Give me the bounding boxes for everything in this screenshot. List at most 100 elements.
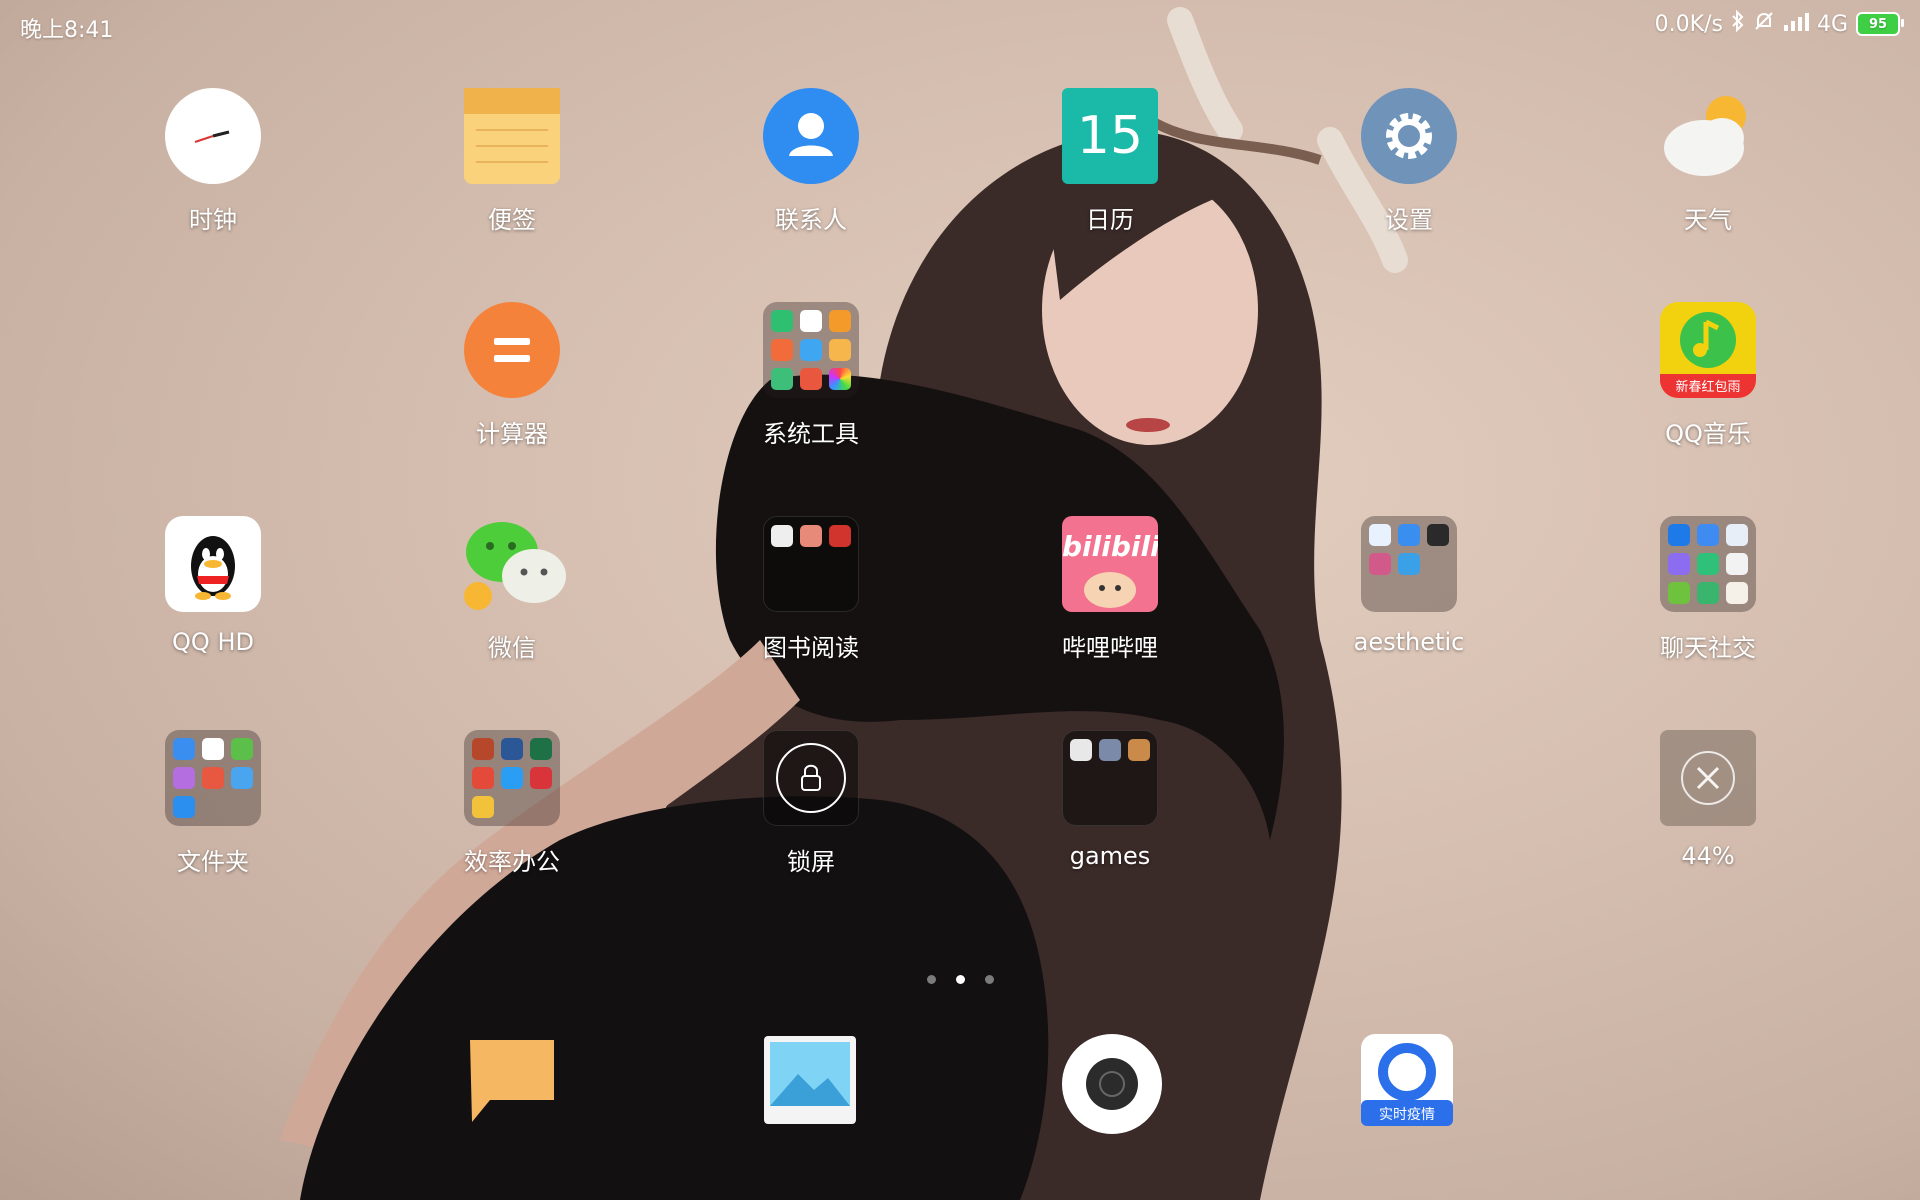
dock-camera[interactable]: [1060, 1032, 1162, 1134]
status-time: 晚上8:41: [20, 18, 114, 43]
app-mini-icon: [472, 796, 494, 818]
app-label: 锁屏: [787, 848, 835, 876]
app-label: 44%: [1681, 842, 1735, 870]
app-mini-icon: [202, 767, 224, 789]
gallery-icon: [762, 1036, 858, 1132]
app-mini-icon: [800, 525, 822, 547]
app-mini-icon: [800, 368, 822, 390]
app-mini-icon: [1697, 553, 1719, 575]
app-mini-icon: [1369, 524, 1391, 546]
app-clock[interactable]: 时钟: [113, 88, 313, 288]
qq-music-badge: 新春红包雨: [1675, 380, 1741, 395]
app-label: 设置: [1385, 206, 1433, 234]
app-mini-icon: [530, 767, 552, 789]
app-mini-icon: [829, 525, 851, 547]
app-qq-hd[interactable]: QQ HD: [113, 516, 313, 716]
folder-icon: [1062, 730, 1158, 826]
app-calendar[interactable]: 15 日历: [1010, 88, 1210, 288]
folder-icon: [1660, 516, 1756, 612]
app-mini-icon: [472, 767, 494, 789]
folder-social[interactable]: 聊天社交: [1608, 516, 1808, 716]
status-right: 0.0K/s 4G 95: [1654, 9, 1904, 38]
app-label: 联系人: [775, 206, 847, 234]
folder-books[interactable]: 图书阅读: [711, 516, 911, 716]
page-dot[interactable]: [984, 975, 994, 984]
app-notes[interactable]: 便签: [412, 88, 612, 288]
folder-games[interactable]: games: [1010, 730, 1210, 930]
app-mini-icon: [231, 738, 253, 760]
app-label: 计算器: [476, 420, 548, 448]
bilibili-icon: bilibili: [1062, 516, 1158, 612]
network-speed: 0.0K/s: [1654, 11, 1723, 37]
app-mini-icon: [1726, 553, 1748, 575]
app-mini-icon: [1070, 739, 1092, 761]
battery-icon: 95: [1856, 12, 1904, 36]
app-bilibili[interactable]: bilibili 哔哩哔哩: [1010, 516, 1210, 716]
folder-icon: [165, 730, 261, 826]
app-mini-icon: [771, 368, 793, 390]
app-label: games: [1069, 842, 1151, 870]
app-mini-icon: [771, 310, 793, 332]
page-indicator: [0, 975, 1920, 984]
app-mini-icon: [1128, 739, 1150, 761]
app-mini-icon: [173, 796, 195, 818]
app-label: 文件夹: [177, 848, 249, 876]
app-weather[interactable]: 天气: [1608, 88, 1808, 288]
clock-icon: [165, 88, 261, 184]
app-label: 效率办公: [464, 848, 560, 876]
app-mini-icon: [1726, 582, 1748, 604]
app-label: 时钟: [189, 206, 237, 234]
app-label: aesthetic: [1353, 628, 1465, 656]
app-mini-icon: [771, 339, 793, 361]
app-label: QQ HD: [172, 628, 254, 656]
lock-icon: [763, 730, 859, 826]
dock-messages[interactable]: [464, 1032, 560, 1128]
dock-browser[interactable]: 实时疫情: [1359, 1032, 1455, 1128]
app-qq-music[interactable]: 新春红包雨 QQ音乐: [1608, 302, 1808, 502]
app-label: 系统工具: [763, 420, 859, 448]
app-mini-icon: [771, 525, 793, 547]
app-label: 图书阅读: [763, 634, 859, 662]
folder-system-tools[interactable]: 系统工具: [711, 302, 911, 502]
app-wechat[interactable]: 微信: [412, 516, 612, 716]
app-settings[interactable]: 设置: [1309, 88, 1509, 288]
app-mini-icon: [202, 738, 224, 760]
app-mini-icon: [829, 339, 851, 361]
signal-icon: [1783, 11, 1809, 37]
app-label: 便签: [488, 206, 536, 234]
app-mini-icon: [173, 738, 195, 760]
app-cleaner[interactable]: 44%: [1608, 730, 1808, 930]
app-label: 哔哩哔哩: [1062, 634, 1158, 662]
app-mini-icon: [530, 738, 552, 760]
app-mini-icon: [1668, 553, 1690, 575]
page-dot-active[interactable]: [955, 975, 965, 984]
bilibili-logo: bilibili: [1062, 530, 1158, 563]
app-mini-icon: [1668, 582, 1690, 604]
app-label: 天气: [1684, 206, 1732, 234]
app-mini-icon: [231, 767, 253, 789]
app-mini-icon: [1668, 524, 1690, 546]
app-calculator[interactable]: 计算器: [412, 302, 612, 502]
app-label: QQ音乐: [1665, 420, 1751, 448]
dock-gallery[interactable]: [762, 1032, 858, 1128]
qq-icon: [165, 516, 261, 612]
message-icon: [464, 1040, 560, 1132]
app-lock[interactable]: 锁屏: [711, 730, 911, 930]
app-mini-icon: [1726, 524, 1748, 546]
app-mini-icon: [1427, 524, 1449, 546]
mute-bell-icon: [1753, 10, 1775, 38]
page-dot[interactable]: [926, 975, 936, 984]
calendar-date: 15: [1076, 106, 1144, 166]
weather-icon: [1660, 88, 1756, 184]
folder-aesthetic[interactable]: aesthetic: [1309, 516, 1509, 716]
folder-office[interactable]: 效率办公: [412, 730, 612, 930]
battery-level: 95: [1868, 16, 1888, 32]
qq-music-icon: 新春红包雨: [1660, 302, 1756, 398]
app-mini-icon: [501, 738, 523, 760]
app-mini-icon: [829, 368, 851, 390]
folder-icon: [1361, 516, 1457, 612]
app-contacts[interactable]: 联系人: [711, 88, 911, 288]
app-mini-icon: [1398, 524, 1420, 546]
folder-files[interactable]: 文件夹: [113, 730, 313, 930]
contacts-icon: [763, 88, 859, 184]
